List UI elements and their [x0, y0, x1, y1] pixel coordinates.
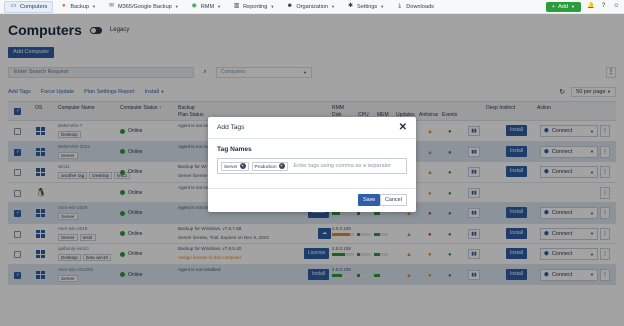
nav-m365-label: M365/Google Backup: [118, 3, 172, 10]
dialog-body: Tag Names Server × Production × Enter ta…: [208, 139, 416, 174]
chevron-down-icon: ▼: [92, 4, 96, 9]
tag-input-placeholder[interactable]: Enter tags using comma as a separator: [294, 163, 392, 169]
tag-chip: Server ×: [221, 161, 249, 171]
plus-icon: +: [551, 3, 556, 10]
nav-settings-label: Settings: [357, 3, 378, 10]
add-button-label: Add: [558, 3, 569, 10]
chevron-down-icon: ▼: [331, 4, 336, 9]
backup-icon: ●: [62, 3, 66, 9]
monitor-icon: ▭: [10, 3, 17, 9]
nav-reporting[interactable]: ▥ Reporting ▼: [228, 1, 279, 13]
mail-icon: ✉: [108, 3, 115, 9]
users-icon: ☻: [286, 3, 293, 9]
nav-reporting-label: Reporting: [243, 3, 268, 10]
close-icon[interactable]: ✕: [399, 122, 407, 133]
remove-tag-icon[interactable]: ×: [239, 163, 246, 169]
chart-icon: ▥: [233, 3, 240, 9]
dialog-footer: Save Cancel: [208, 188, 416, 212]
nav-downloads[interactable]: ⤓ Downloads: [391, 1, 439, 13]
chevron-down-icon: ▼: [174, 4, 179, 9]
nav-organization[interactable]: ☻ Organization ▼: [281, 1, 340, 13]
top-navigation: ▭ Computers ● Backup ▼ ✉ M365/Google Bac…: [0, 0, 624, 14]
chevron-down-icon: ▼: [217, 4, 222, 9]
nav-backup[interactable]: ● Backup ▼: [55, 1, 101, 13]
save-button[interactable]: Save: [358, 194, 381, 206]
cancel-button[interactable]: Cancel: [380, 194, 407, 206]
chevron-down-icon: ▼: [270, 4, 275, 9]
nav-right-group: + Add ▼ 🔔 ? ☺: [545, 1, 620, 12]
tag-chip: Production ×: [251, 161, 288, 171]
chevron-down-icon: ▼: [380, 4, 385, 9]
add-tags-dialog: Add Tags ✕ Tag Names Server × Production…: [208, 117, 416, 212]
gear-icon: ✱: [348, 3, 354, 9]
remove-tag-icon[interactable]: ×: [278, 163, 285, 169]
dialog-header: Add Tags ✕: [208, 117, 416, 139]
help-icon[interactable]: ?: [600, 3, 607, 10]
chevron-down-icon: ▼: [571, 4, 575, 9]
add-button[interactable]: + Add ▼: [545, 1, 581, 12]
tag-chip-label: Production: [254, 163, 277, 169]
nav-downloads-label: Downloads: [406, 3, 434, 10]
user-icon[interactable]: ☺: [613, 3, 620, 10]
bell-icon[interactable]: 🔔: [587, 3, 594, 10]
nav-settings[interactable]: ✱ Settings ▼: [342, 1, 389, 13]
nav-rmm-label: RMM: [200, 3, 215, 10]
nav-m365-backup[interactable]: ✉ M365/Google Backup ▼: [103, 1, 184, 13]
nav-backup-label: Backup: [70, 3, 90, 10]
rmm-icon: ◉: [191, 3, 197, 9]
nav-organization-label: Organization: [296, 3, 329, 10]
dialog-title: Add Tags: [217, 124, 245, 131]
nav-computers-label: Computers: [20, 3, 48, 10]
download-icon: ⤓: [398, 3, 402, 9]
nav-rmm[interactable]: ◉ RMM ▼: [186, 1, 226, 13]
nav-computers[interactable]: ▭ Computers: [4, 0, 54, 13]
tag-names-label: Tag Names: [217, 146, 252, 153]
tag-chip-label: Server: [224, 163, 238, 169]
tag-names-input[interactable]: Server × Production × Enter tags using c…: [217, 158, 407, 174]
